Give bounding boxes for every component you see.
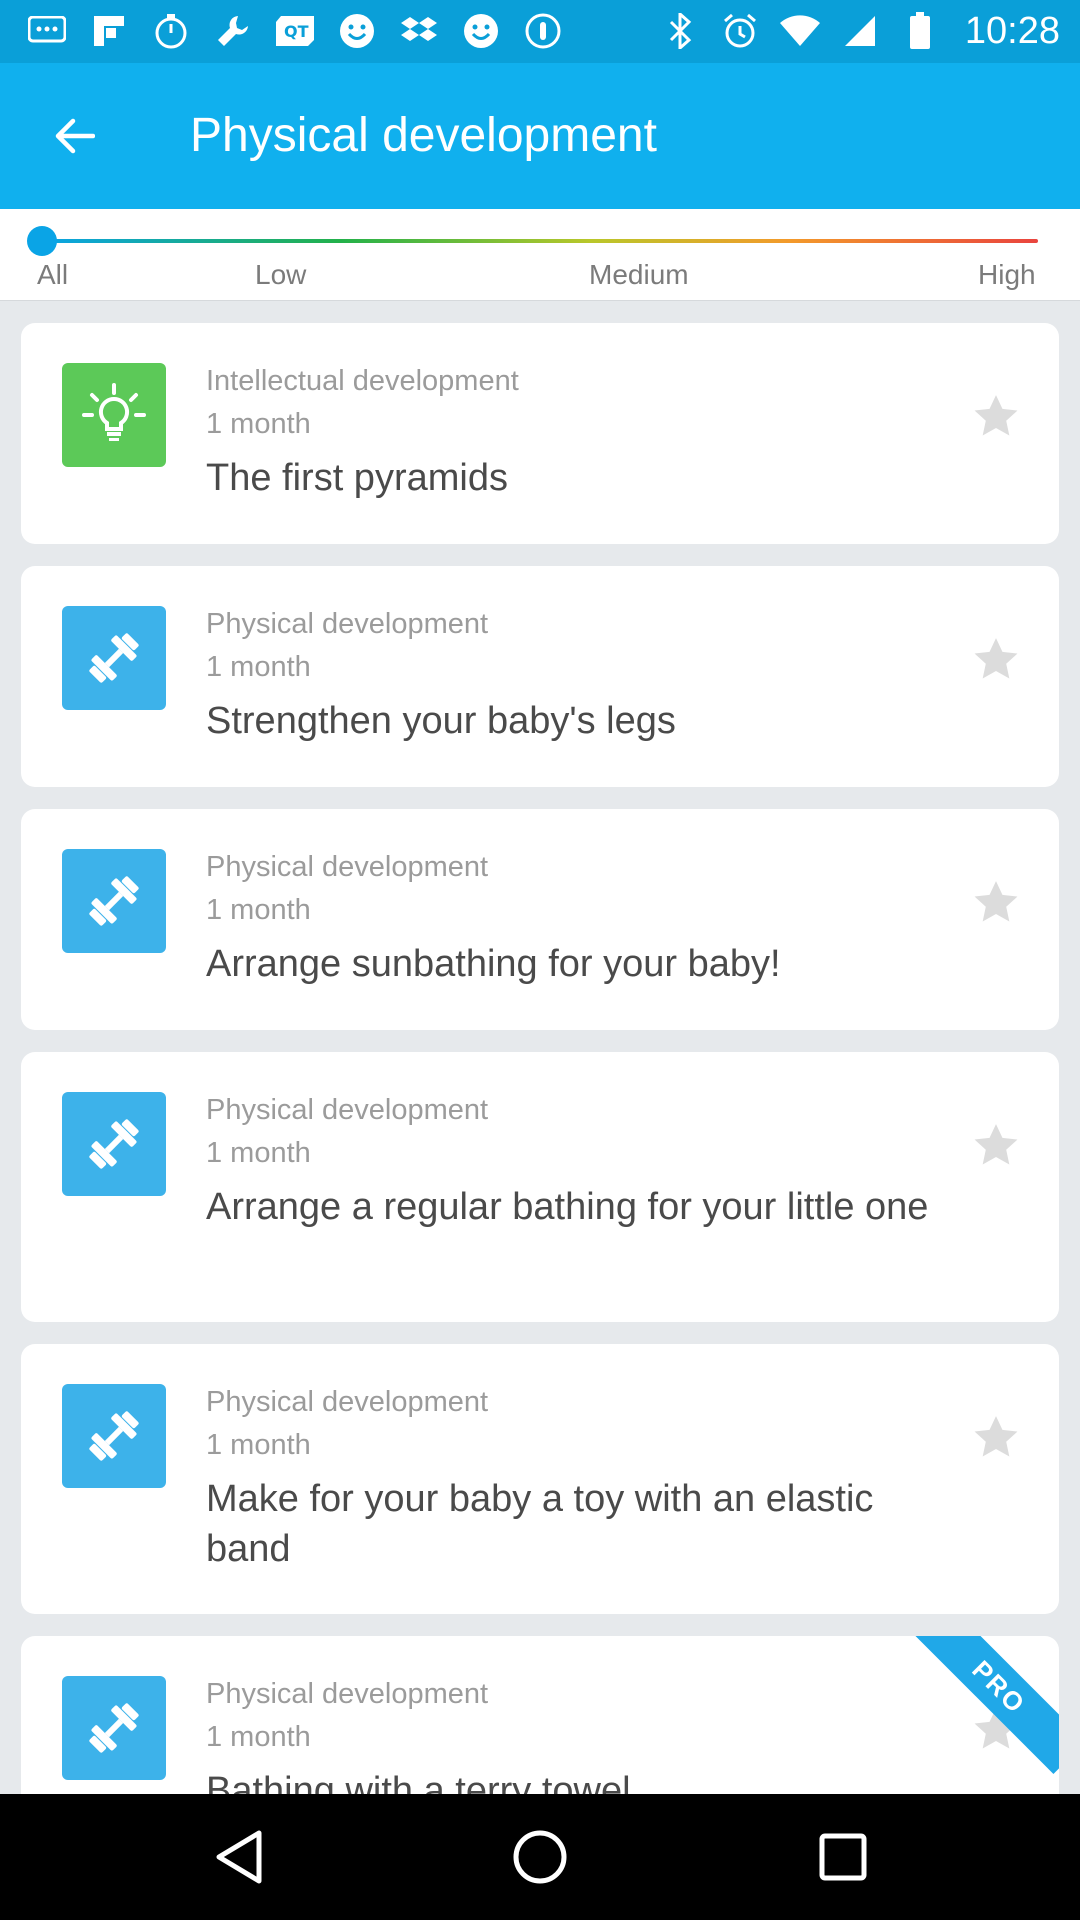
- nav-home-button[interactable]: [505, 1822, 575, 1892]
- card-title: Bathing with a terry towel: [206, 1770, 631, 1794]
- notification-icons: QT: [26, 10, 564, 52]
- nav-back-button[interactable]: [203, 1822, 273, 1892]
- priority-filter: All Low Medium High: [0, 209, 1080, 301]
- card-title: Arrange a regular bathing for your littl…: [206, 1186, 929, 1228]
- dumbbell-icon: [89, 633, 139, 683]
- category-badge: [62, 849, 166, 953]
- svg-text:QT: QT: [284, 22, 309, 41]
- system-nav-bar: [0, 1794, 1080, 1920]
- card-title: Strengthen your baby's legs: [206, 700, 676, 742]
- filter-label-high[interactable]: High: [978, 259, 1036, 291]
- bluetooth-icon: [659, 10, 701, 52]
- favorite-star-icon[interactable]: [971, 1121, 1021, 1171]
- dumbbell-icon: [89, 876, 139, 926]
- battery-icon: [899, 10, 941, 52]
- page-title: Physical development: [190, 109, 657, 162]
- dumbbell-icon: [89, 1411, 139, 1461]
- signal-icon: [839, 10, 881, 52]
- home-circle-icon: [513, 1830, 567, 1884]
- filter-label-medium[interactable]: Medium: [589, 259, 689, 291]
- card-age: 1 month: [206, 1429, 311, 1461]
- card-title: The first pyramids: [206, 457, 508, 499]
- dumbbell-icon: [89, 1703, 139, 1753]
- activity-card[interactable]: Physical development 1 month Strengthen …: [21, 566, 1059, 787]
- flipboard-icon: [88, 10, 130, 52]
- chat-icon: [26, 10, 68, 52]
- clock: 10:28: [964, 9, 1060, 52]
- lightbulb-icon: [82, 383, 146, 441]
- category-badge: [62, 606, 166, 710]
- card-title: Arrange sunbathing for your baby!: [206, 943, 781, 985]
- activity-card[interactable]: Intellectual development 1 month The fir…: [21, 323, 1059, 544]
- card-category: Physical development: [206, 851, 489, 883]
- card-age: 1 month: [206, 1137, 311, 1169]
- nav-recents-button[interactable]: [808, 1822, 878, 1892]
- system-icons: 10:28: [659, 10, 1060, 52]
- info-icon: [522, 10, 564, 52]
- card-title: Make for your baby a toy with an elastic…: [206, 1478, 874, 1570]
- activity-card-pro[interactable]: Physical development 1 month Bathing wit…: [21, 1636, 1059, 1794]
- recents-square-icon: [819, 1833, 867, 1881]
- card-category: Intellectual development: [206, 365, 519, 397]
- back-triangle-icon: [216, 1830, 262, 1884]
- activity-card[interactable]: Physical development 1 month Arrange a r…: [21, 1052, 1059, 1322]
- priority-slider-track[interactable]: [42, 239, 1038, 243]
- qt-icon: QT: [274, 10, 316, 52]
- card-age: 1 month: [206, 1721, 311, 1753]
- category-badge: [62, 1092, 166, 1196]
- card-age: 1 month: [206, 894, 311, 926]
- card-category: Physical development: [206, 1386, 489, 1418]
- card-category: Physical development: [206, 1094, 489, 1126]
- arrow-left-icon: [55, 118, 95, 154]
- favorite-star-icon[interactable]: [971, 392, 1021, 442]
- favorite-star-icon[interactable]: [971, 878, 1021, 928]
- dumbbell-icon: [89, 1119, 139, 1169]
- back-button[interactable]: [40, 101, 110, 171]
- category-badge: [62, 1676, 166, 1780]
- filter-label-low[interactable]: Low: [255, 259, 306, 291]
- smiley-icon: [336, 10, 378, 52]
- smiley-icon: [460, 10, 502, 52]
- activity-card[interactable]: Physical development 1 month Arrange sun…: [21, 809, 1059, 1030]
- priority-slider-thumb[interactable]: [27, 226, 57, 256]
- category-badge: [62, 363, 166, 467]
- dropbox-icon: [398, 10, 440, 52]
- card-category: Physical development: [206, 1678, 489, 1710]
- favorite-star-icon[interactable]: [971, 635, 1021, 685]
- card-category: Physical development: [206, 608, 489, 640]
- filter-label-all[interactable]: All: [37, 259, 68, 291]
- favorite-star-icon[interactable]: [971, 1413, 1021, 1463]
- activity-card[interactable]: Physical development 1 month Make for yo…: [21, 1344, 1059, 1614]
- wrench-icon: [212, 10, 254, 52]
- wifi-icon: [779, 10, 821, 52]
- card-age: 1 month: [206, 408, 311, 440]
- app-bar: Physical development: [0, 63, 1080, 209]
- alarm-icon: [719, 10, 761, 52]
- card-age: 1 month: [206, 651, 311, 683]
- category-badge: [62, 1384, 166, 1488]
- timer-icon: [150, 10, 192, 52]
- status-bar: QT 10:28: [0, 0, 1080, 63]
